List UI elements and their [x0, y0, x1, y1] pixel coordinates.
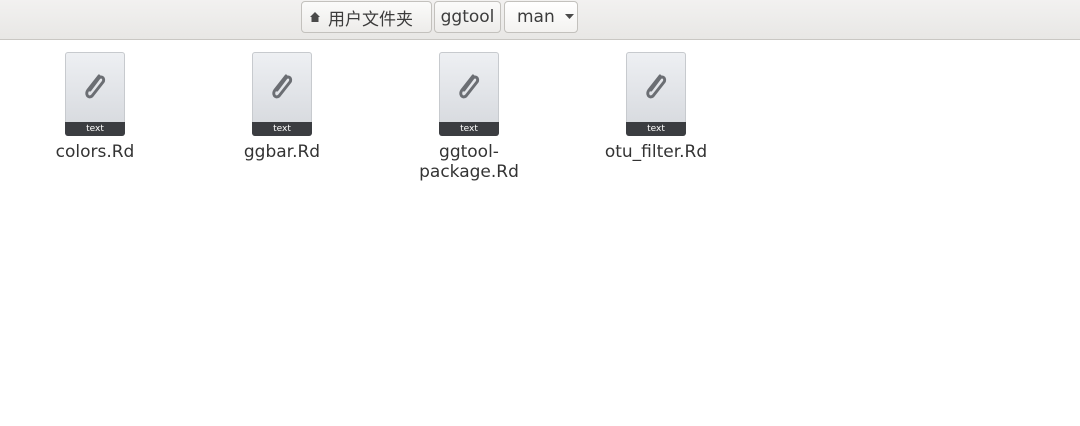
breadcrumb-man-label: man [517, 7, 555, 27]
breadcrumb-home-label: 用户文件夹 [328, 9, 413, 30]
file-type-label: text [252, 122, 312, 136]
file-type-label: text [65, 122, 125, 136]
file-item[interactable]: text otu_filter.Rd [596, 52, 716, 162]
dropdown-arrow-icon[interactable] [564, 14, 574, 20]
file-name: otu_filter.Rd [604, 142, 708, 162]
file-item[interactable]: text ggtool- package.Rd [409, 52, 529, 182]
file-icon[interactable]: text [65, 52, 125, 136]
breadcrumb-ggtool-label: ggtool [440, 7, 495, 27]
file-item[interactable]: text ggbar.Rd [222, 52, 342, 162]
paperclip-icon [646, 74, 667, 99]
breadcrumb-home[interactable]: 用户文件夹 [301, 1, 432, 33]
file-name: ggtool- package.Rd [409, 142, 529, 182]
file-icon[interactable]: text [626, 52, 686, 136]
breadcrumb-ggtool[interactable]: ggtool [434, 1, 501, 33]
file-icon[interactable]: text [439, 52, 499, 136]
file-name-line: ggtool- [439, 142, 499, 162]
paperclip-icon [85, 74, 106, 99]
file-type-label: text [439, 122, 499, 136]
paperclip-icon [272, 74, 293, 99]
file-item[interactable]: text colors.Rd [35, 52, 155, 162]
file-icon[interactable]: text [252, 52, 312, 136]
file-name: ggbar.Rd [243, 142, 321, 162]
file-name: colors.Rd [55, 142, 135, 162]
file-name-line: package.Rd [419, 162, 519, 182]
paperclip-icon [459, 74, 480, 99]
file-type-label: text [626, 122, 686, 136]
path-bar: 用户文件夹 ggtool man [0, 0, 1080, 40]
breadcrumb-man[interactable]: man [504, 1, 578, 33]
home-icon [310, 12, 320, 22]
